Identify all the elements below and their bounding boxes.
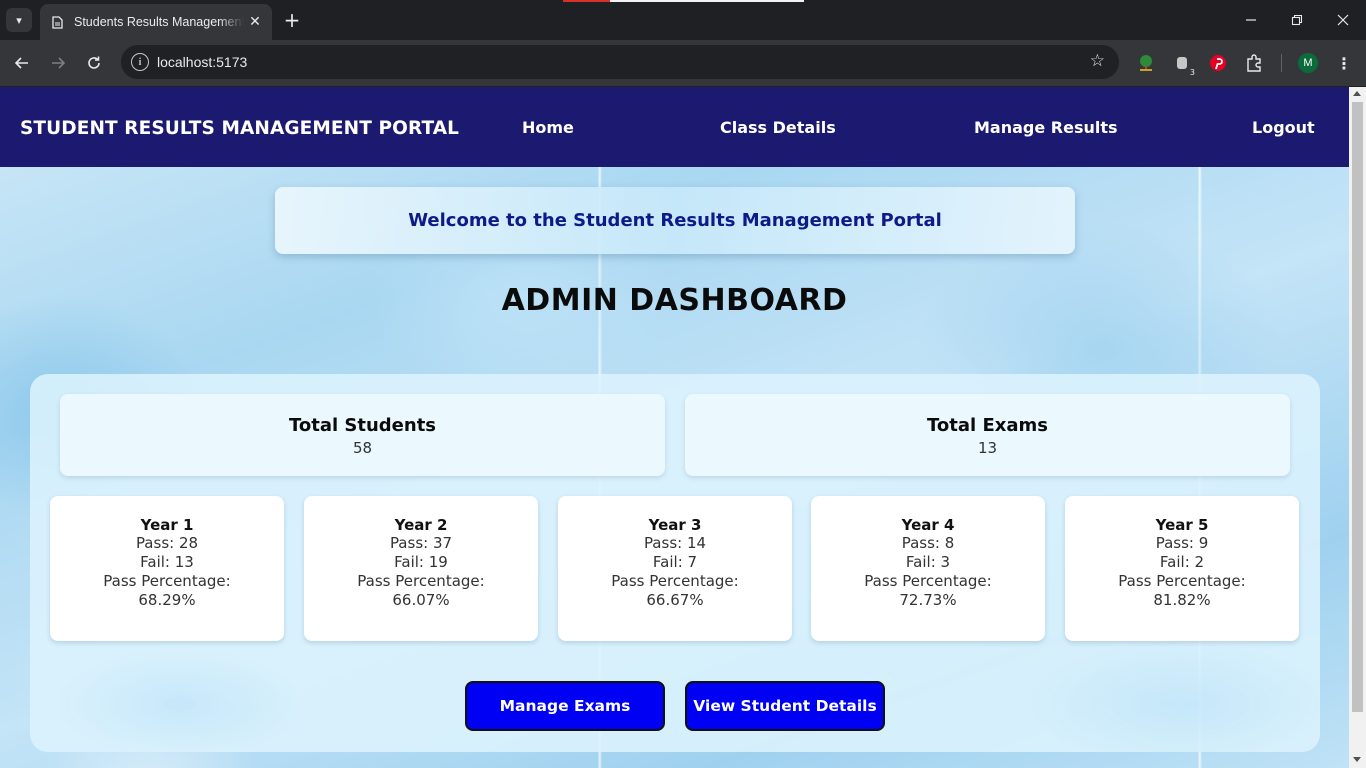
browser-tab-bar: ▾ Students Results Management Portal ✕ + [0, 0, 1366, 40]
year-card-5: Year 5 Pass: 9 Fail: 2 Pass Percentage: … [1065, 496, 1299, 641]
view-student-details-button[interactable]: View Student Details [685, 681, 885, 731]
stat-label: Total Exams [927, 415, 1048, 436]
year-pass: Pass: 9 [1155, 534, 1209, 552]
nav-logout[interactable]: Logout [1252, 118, 1315, 137]
year-fail: Fail: 2 [1159, 553, 1205, 571]
scroll-up-arrow-icon[interactable] [1353, 91, 1361, 96]
reload-icon[interactable] [82, 51, 106, 75]
year-fail: Fail: 13 [140, 553, 194, 571]
stat-card-total-students: Total Students 58 [60, 394, 665, 476]
site-info-icon[interactable]: i [131, 53, 149, 71]
stat-value: 58 [352, 439, 373, 457]
year-pct-value: 68.29% [138, 591, 196, 609]
stat-label: Total Students [288, 415, 437, 436]
tab-title: Students Results Management Portal [74, 15, 244, 29]
year-card-4: Year 4 Pass: 8 Fail: 3 Pass Percentage: … [811, 496, 1045, 641]
address-bar[interactable]: i localhost:5173 ☆ [121, 45, 1119, 79]
browser-tab[interactable]: Students Results Management Portal ✕ [40, 4, 272, 40]
forward-icon[interactable] [46, 51, 70, 75]
stat-card-total-exams: Total Exams 13 [685, 394, 1290, 476]
welcome-text: Welcome to the Student Results Managemen… [408, 210, 942, 231]
year-card-1: Year 1 Pass: 28 Fail: 13 Pass Percentage… [50, 496, 284, 641]
page-title: ADMIN DASHBOARD [501, 283, 848, 318]
close-window-icon[interactable] [1331, 8, 1355, 32]
site-navbar: STUDENT RESULTS MANAGEMENT PORTAL Home C… [0, 87, 1349, 167]
year-pct-label: Pass Percentage: [357, 572, 485, 590]
year-pass: Pass: 28 [135, 534, 199, 552]
year-pct-label: Pass Percentage: [864, 572, 992, 590]
new-tab-button[interactable]: + [280, 8, 304, 32]
year-pct-value: 81.82% [1153, 591, 1211, 609]
minimize-icon[interactable] [1239, 8, 1263, 32]
dashboard-panel: Total Students 58 Total Exams 13 Year 1 … [30, 374, 1320, 752]
year-pct-label: Pass Percentage: [611, 572, 739, 590]
year-title: Year 5 [1155, 516, 1209, 534]
nav-class-details[interactable]: Class Details [720, 118, 836, 137]
url-text[interactable]: localhost:5173 [157, 54, 247, 70]
scroll-thumb[interactable] [1352, 102, 1363, 712]
manage-exams-button[interactable]: Manage Exams [465, 681, 665, 731]
browser-menu-icon[interactable]: ⋮ [1334, 52, 1354, 74]
page-scrollbar[interactable] [1349, 87, 1366, 768]
page-viewport: STUDENT RESULTS MANAGEMENT PORTAL Home C… [0, 87, 1349, 768]
welcome-banner: Welcome to the Student Results Managemen… [275, 187, 1075, 254]
year-pct-value: 66.67% [646, 591, 704, 609]
toolbar-divider [1281, 54, 1282, 72]
year-card-3: Year 3 Pass: 14 Fail: 7 Pass Percentage:… [558, 496, 792, 641]
year-fail: Fail: 7 [652, 553, 698, 571]
puzzle-extensions-icon[interactable] [1243, 52, 1265, 74]
restore-icon[interactable] [1285, 8, 1309, 32]
loading-indicator [563, 0, 804, 2]
stat-value: 13 [977, 439, 998, 457]
back-icon[interactable] [10, 51, 34, 75]
nav-manage-results[interactable]: Manage Results [974, 118, 1118, 137]
scroll-down-arrow-icon[interactable] [1353, 757, 1361, 762]
tab-close-icon[interactable]: ✕ [246, 13, 264, 31]
year-pass: Pass: 37 [389, 534, 453, 552]
year-pct-value: 72.73% [899, 591, 957, 609]
year-fail: Fail: 19 [394, 553, 448, 571]
year-pass: Pass: 14 [643, 534, 707, 552]
tree-extension-icon[interactable] [1135, 52, 1157, 74]
extension-icon[interactable]: 3 [1171, 52, 1196, 77]
year-card-2: Year 2 Pass: 37 Fail: 19 Pass Percentage… [304, 496, 538, 641]
year-pct-label: Pass Percentage: [103, 572, 231, 590]
nav-home[interactable]: Home [522, 118, 574, 137]
year-pass: Pass: 8 [901, 534, 955, 552]
tab-search-button[interactable]: ▾ [6, 8, 32, 32]
document-icon [50, 15, 64, 29]
year-fail: Fail: 3 [905, 553, 951, 571]
year-pct-value: 66.07% [392, 591, 450, 609]
year-title: Year 2 [394, 516, 448, 534]
profile-avatar[interactable]: M [1298, 53, 1318, 73]
year-pct-label: Pass Percentage: [1118, 572, 1246, 590]
bookmark-star-icon[interactable]: ☆ [1090, 51, 1105, 71]
year-title: Year 4 [901, 516, 955, 534]
site-brand[interactable]: STUDENT RESULTS MANAGEMENT PORTAL [20, 118, 459, 139]
year-title: Year 1 [140, 516, 194, 534]
year-title: Year 3 [648, 516, 702, 534]
pinterest-icon[interactable] [1207, 52, 1229, 74]
browser-toolbar: i localhost:5173 ☆ 3 [0, 40, 1366, 86]
